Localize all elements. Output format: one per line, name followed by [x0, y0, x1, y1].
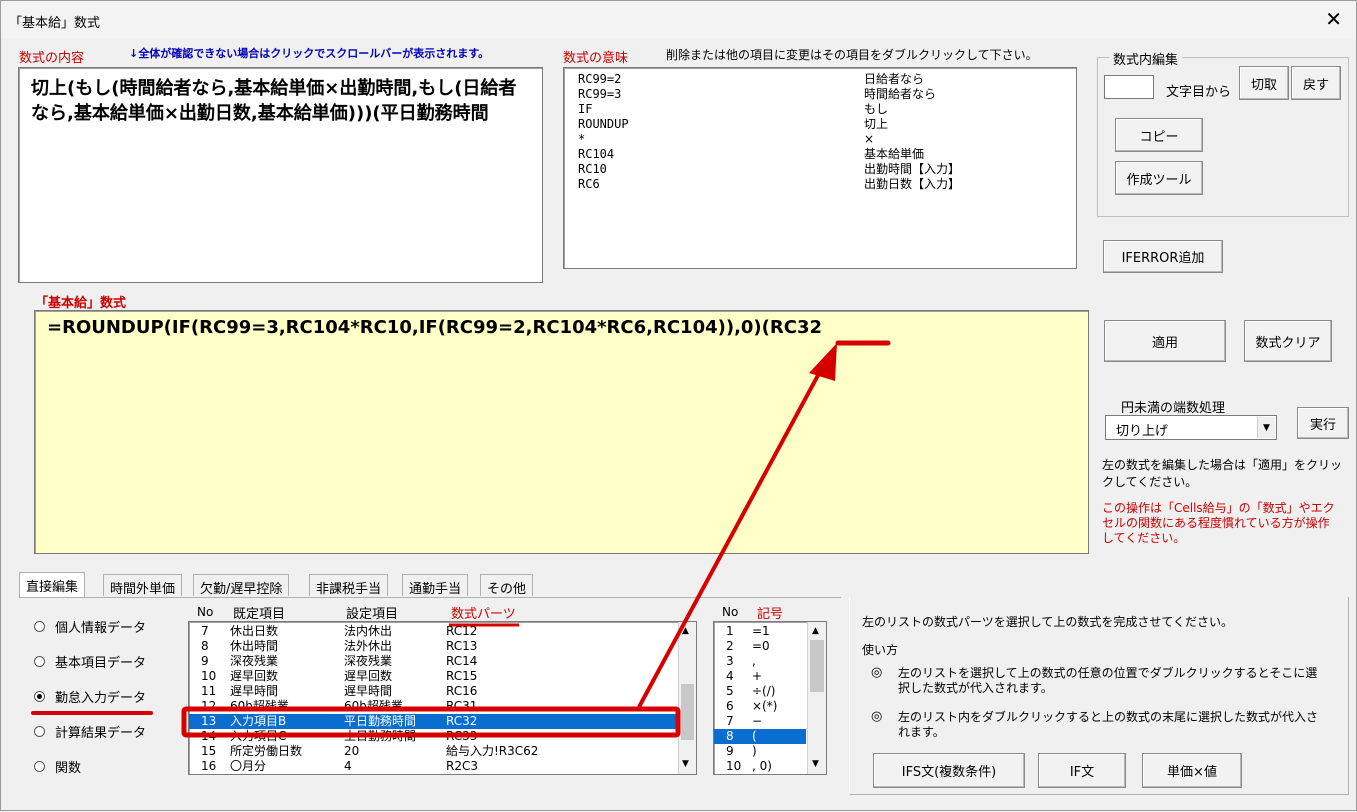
annotation-selected-row-box: [181, 706, 681, 738]
annotation-overlay: [31, 340, 891, 738]
annotation-arrow-line: [637, 365, 825, 708]
formula-dialog: 「基本給」数式 ✕ 数式の内容 ↓全体が確認できない場合はクリックでスクロールバ…: [0, 0, 1357, 811]
annotation-arrow-head: [809, 343, 837, 381]
